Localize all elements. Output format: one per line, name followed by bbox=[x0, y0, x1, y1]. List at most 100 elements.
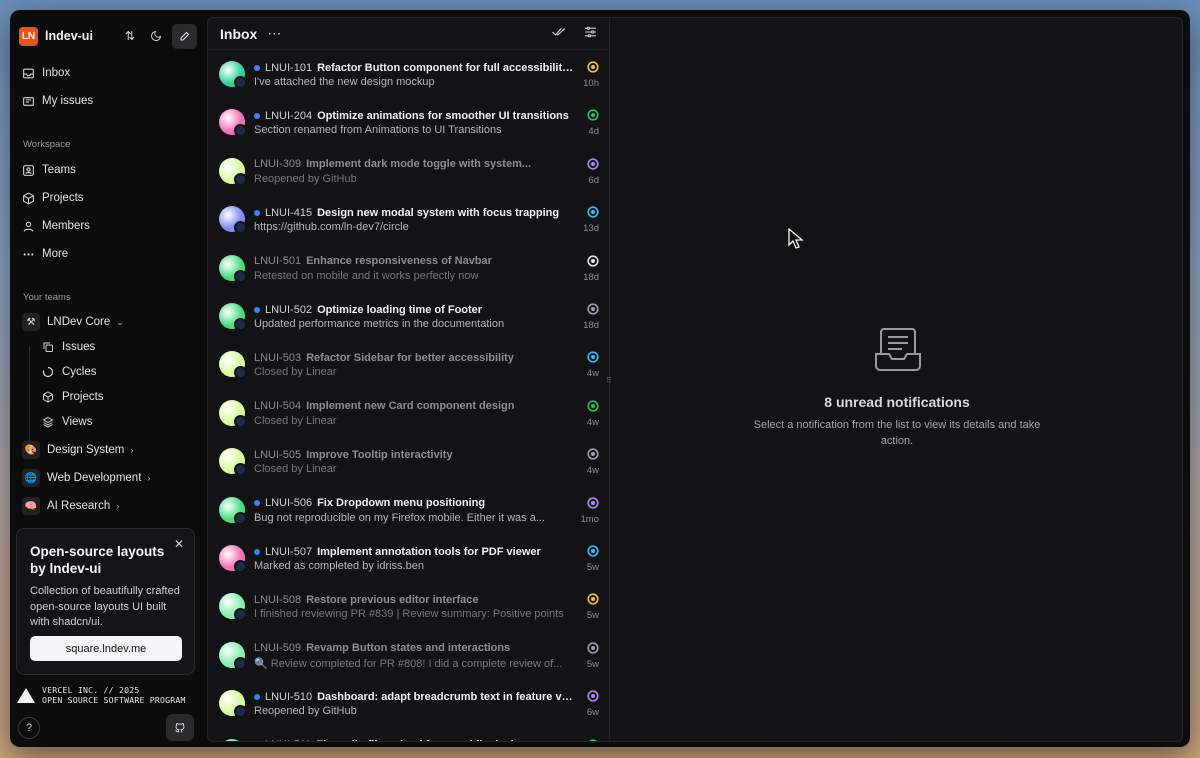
team-web-development-label: Web Development bbox=[47, 472, 142, 484]
team-core-cycles-label: Cycles bbox=[62, 366, 97, 378]
notification-row[interactable]: LNUI-502 Optimize loading time of Footer U… bbox=[208, 293, 609, 341]
vercel-line-2: OPEN SOURCE SOFTWARE PROGRAM bbox=[42, 695, 186, 705]
status-icon bbox=[587, 303, 599, 315]
source-badge-icon bbox=[234, 511, 247, 525]
team-core-issues[interactable]: Issues bbox=[42, 336, 192, 358]
notification-row[interactable]: LNUI-510 Dashboard: adapt breadcrumb text… bbox=[208, 680, 609, 728]
globe-icon: 🌐 bbox=[22, 469, 40, 487]
status-icon bbox=[587, 109, 599, 121]
notification-row[interactable]: LNUI-415 Design new modal system with foc… bbox=[208, 196, 609, 244]
help-button[interactable]: ? bbox=[18, 717, 40, 739]
status-icon bbox=[587, 448, 599, 460]
notification-row[interactable]: LNUI-503 Refactor Sidebar for better acce… bbox=[208, 341, 609, 389]
brand-logo: LN bbox=[19, 26, 38, 46]
team-design-system[interactable]: 🎨 Design System › bbox=[22, 439, 198, 461]
issue-title: Fix Dropdown menu positioning bbox=[317, 497, 486, 510]
team-core-issues-label: Issues bbox=[62, 341, 96, 353]
nav-more-label: More bbox=[42, 248, 69, 260]
notification-time: 18d bbox=[583, 320, 599, 331]
chevron-up-down-icon[interactable]: ⇅ bbox=[120, 26, 140, 46]
nav-members[interactable]: Members bbox=[22, 215, 198, 237]
notification-row[interactable]: LNUI-506 Fix Dropdown menu positioning Bug… bbox=[208, 487, 609, 535]
tree-line bbox=[29, 346, 30, 444]
nav-my-issues[interactable]: My issues bbox=[22, 90, 198, 112]
notification-time: 4w bbox=[586, 465, 599, 477]
team-lndev-core-label: LNDev Core bbox=[47, 316, 111, 328]
more-options-icon[interactable]: ⋯ bbox=[267, 25, 281, 42]
notification-time: 10h bbox=[583, 78, 599, 89]
promo-title: Open-source layouts by lndev-ui bbox=[30, 544, 165, 576]
issue-id: LNUI-504 bbox=[254, 400, 302, 413]
notification-row[interactable]: LNUI-505 Improve Tooltip interactivity Clo… bbox=[208, 438, 609, 486]
unread-dot bbox=[254, 112, 260, 119]
mark-all-read-icon[interactable] bbox=[552, 26, 566, 41]
copy-icon bbox=[43, 342, 53, 352]
notification-time: 4d bbox=[588, 126, 599, 138]
status-icon bbox=[587, 351, 599, 363]
source-badge-icon bbox=[234, 463, 247, 477]
row-header: LNUI-505 Improve Tooltip interactivity bbox=[254, 447, 574, 462]
nav-teams[interactable]: Teams bbox=[22, 159, 198, 181]
moon-icon[interactable] bbox=[146, 26, 166, 46]
notification-row[interactable]: LNUI-508 Restore previous editor interfac… bbox=[208, 583, 609, 631]
notification-preview: 🔍 Review completed for PR #808! I did a … bbox=[254, 657, 563, 670]
unread-dot bbox=[254, 64, 260, 71]
nav-inbox[interactable]: Inbox bbox=[22, 62, 198, 84]
notification-row[interactable]: LNUI-507 Implement annotation tools for P… bbox=[208, 535, 609, 583]
notification-row[interactable]: LNUI-501 Enhance responsiveness of Navbar… bbox=[208, 245, 609, 293]
issue-id: LNUI-511 bbox=[265, 739, 311, 741]
team-core-projects[interactable]: Projects bbox=[42, 386, 192, 408]
notification-time: 5w bbox=[586, 658, 599, 670]
notification-row[interactable]: LNUI-309 Implement dark mode toggle with … bbox=[208, 148, 609, 196]
status-icon bbox=[587, 400, 599, 412]
notification-row[interactable]: LNUI-204 Optimize animations for smoother… bbox=[208, 99, 609, 147]
row-header: LNUI-507 Implement annotation tools for P… bbox=[254, 544, 574, 559]
team-web-development[interactable]: 🌐 Web Development › bbox=[22, 467, 198, 489]
status-icon bbox=[587, 545, 599, 557]
row-header: LNUI-504 Implement new Card component des… bbox=[254, 399, 574, 414]
notification-row[interactable]: LNUI-504 Implement new Card component des… bbox=[208, 390, 609, 438]
row-header: LNUI-415 Design new modal system with foc… bbox=[254, 205, 574, 220]
notification-time: 13d bbox=[583, 223, 599, 235]
promo-link-button[interactable]: square.lndev.me bbox=[30, 636, 182, 661]
promo-description: Collection of beautifully crafted open-s… bbox=[30, 585, 180, 628]
nav-more[interactable]: More bbox=[22, 243, 198, 265]
issue-title: Implement annotation tools for PDF viewe… bbox=[317, 545, 541, 558]
notification-preview: Reopened by GitHub bbox=[254, 705, 357, 718]
chevron-down-icon: ⌄ bbox=[116, 316, 124, 327]
issue-title: Design new modal system with focus trapp… bbox=[317, 206, 560, 219]
notification-row[interactable]: LNUI-509 Revamp Button states and interac… bbox=[208, 632, 609, 680]
team-core-projects-label: Projects bbox=[62, 391, 104, 403]
new-issue-button[interactable] bbox=[172, 23, 197, 49]
notification-time: 6d bbox=[588, 174, 599, 186]
notification-list: Inbox ⋯ LNUI-101 Refactor Button componen… bbox=[208, 18, 610, 741]
team-core-cycles[interactable]: Cycles bbox=[42, 361, 192, 383]
close-icon[interactable]: ✕ bbox=[172, 537, 186, 551]
team-core-views[interactable]: Views bbox=[42, 411, 192, 433]
issue-title: Optimize loading time of Footer bbox=[317, 303, 483, 316]
status-icon bbox=[587, 642, 599, 654]
notification-row[interactable]: LNUI-101 Refactor Button component for fu… bbox=[208, 51, 609, 99]
status-icon bbox=[588, 738, 598, 741]
workspace-switcher[interactable]: LN lndev-ui ⇅ bbox=[19, 23, 197, 49]
notification-time: 4w bbox=[586, 416, 599, 428]
notification-preview: Closed by Linear bbox=[254, 414, 337, 427]
notification-row[interactable]: LNUI-511 Fix audio file upload from mobil… bbox=[208, 729, 609, 741]
inbox-icon bbox=[23, 68, 34, 78]
page-title: Inbox bbox=[220, 25, 258, 42]
inbox-tray-icon bbox=[875, 328, 921, 371]
nav-projects[interactable]: Projects bbox=[22, 187, 198, 209]
sidebar: LN lndev-ui ⇅ Inbox My issues Workspace bbox=[10, 10, 206, 747]
notification-detail: 8 unread notifications Select a notifica… bbox=[610, 18, 1182, 741]
team-ai-research[interactable]: 🧠 AI Research › bbox=[22, 495, 198, 517]
team-lndev-core[interactable]: ⚒ LNDev Core ⌄ bbox=[22, 311, 198, 333]
status-icon bbox=[587, 690, 599, 702]
issue-id: LNUI-501 bbox=[254, 255, 302, 268]
filter-settings-icon[interactable] bbox=[584, 26, 597, 41]
question-icon: ? bbox=[25, 722, 33, 734]
row-header: LNUI-503 Refactor Sidebar for better acce… bbox=[254, 350, 574, 365]
issue-id: LNUI-505 bbox=[254, 448, 302, 461]
vercel-oss-badge[interactable]: VERCEL INC. // 2025 OPEN SOURCE SOFTWARE… bbox=[17, 683, 199, 707]
github-button[interactable] bbox=[166, 714, 194, 741]
nav-members-label: Members bbox=[42, 220, 90, 232]
